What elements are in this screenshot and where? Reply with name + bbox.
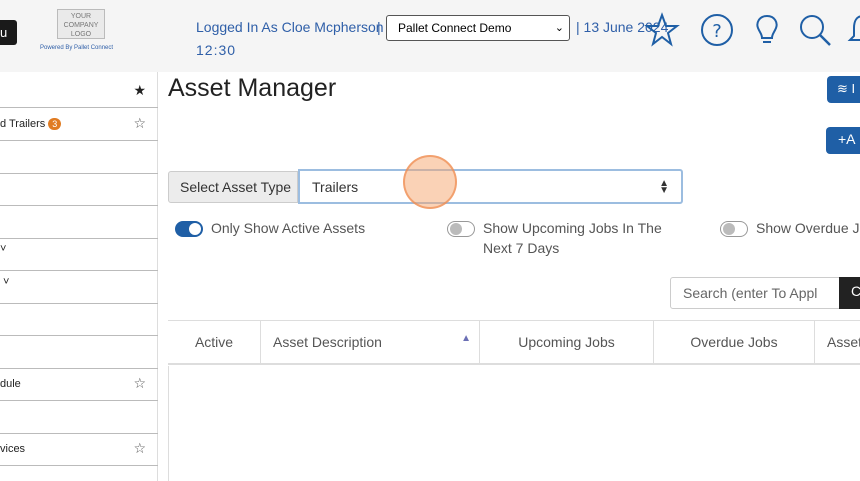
active-assets-label: Only Show Active Assets (211, 220, 366, 236)
table-header: Active Asset Description ▲ Upcoming Jobs… (168, 320, 860, 365)
column-header-overdue-jobs[interactable]: Overdue Jobs (654, 321, 815, 364)
system-select[interactable]: Pallet Connect Demo ⌄ (386, 15, 570, 41)
sidebar-item-text: d Trailers (0, 118, 46, 130)
sidebar-item-expandable[interactable]: ˅ (0, 272, 158, 304)
toggle-knob (723, 223, 735, 235)
time-text: 12:30 (196, 42, 237, 58)
menu-button[interactable]: u (0, 20, 17, 45)
chevron-down-icon: ˅ (0, 243, 7, 255)
top-header: u YOUR COMPANY LOGO Powered By Pallet Co… (0, 0, 860, 72)
powered-by-text: Powered By Pallet Connect (40, 45, 114, 51)
click-indicator (403, 155, 457, 209)
column-header-label: Asset Description (273, 334, 382, 350)
search-button[interactable]: C (839, 277, 860, 309)
asset-type-value: Trailers (312, 179, 359, 195)
add-asset-button[interactable]: +A (826, 127, 860, 154)
import-button[interactable]: ≋ I (827, 76, 860, 103)
sidebar-item-label: dule (0, 378, 21, 390)
star-outline-icon[interactable]: ☆ (133, 375, 146, 392)
star-icon[interactable] (644, 12, 680, 48)
search-icon[interactable] (797, 12, 833, 48)
help-icon[interactable]: ? (699, 12, 735, 48)
search-input[interactable]: Search (enter To Appl (670, 277, 840, 309)
sidebar-item[interactable] (0, 337, 158, 369)
sidebar-item-label: vices (0, 443, 26, 455)
chevron-down-icon: ˅ (3, 276, 10, 288)
sidebar-item[interactable] (0, 174, 158, 206)
overdue-jobs-toggle[interactable] (720, 221, 748, 237)
company-logo: YOUR COMPANY LOGO (57, 9, 105, 39)
sort-updown-icon: ▲ ▼ (659, 178, 669, 196)
table-body-border (168, 366, 169, 481)
sort-ascending-icon: ▲ (461, 333, 471, 344)
logged-in-text: Logged In As Cloe Mcpherson (196, 19, 384, 35)
overdue-jobs-label: Show Overdue Jo (756, 220, 860, 236)
column-header-upcoming-jobs[interactable]: Upcoming Jobs (480, 321, 654, 364)
column-header-asset-description[interactable]: Asset Description ▲ (261, 321, 480, 364)
sidebar-item-label: d Trailers 3 (0, 118, 62, 130)
sidebar-item-services[interactable]: vices ☆ (0, 434, 158, 466)
lightbulb-icon[interactable] (749, 12, 785, 48)
bell-icon[interactable] (845, 12, 860, 48)
header-separator: | (377, 19, 381, 35)
svg-text:?: ? (712, 21, 722, 42)
page-title: Asset Manager (168, 74, 337, 102)
sidebar-item[interactable] (0, 402, 158, 434)
count-badge: 3 (48, 118, 62, 130)
upcoming-jobs-toggle[interactable] (447, 221, 475, 237)
upcoming-jobs-label: Show Upcoming Jobs In The Next 7 Days (483, 220, 662, 256)
column-header-asset[interactable]: Asset (815, 321, 860, 364)
sidebar-item[interactable] (0, 304, 158, 336)
sidebar-item-trailers[interactable]: d Trailers 3 ☆ (0, 109, 158, 141)
toggle-knob (189, 223, 201, 235)
sidebar-item[interactable] (0, 142, 158, 174)
star-outline-icon[interactable]: ☆ (133, 440, 146, 457)
sidebar: ★ d Trailers 3 ☆ ˅ ˅ dule ☆ vices ☆ (0, 72, 158, 481)
sidebar-item-schedule[interactable]: dule ☆ (0, 369, 158, 401)
column-header-active[interactable]: Active (168, 321, 261, 364)
sidebar-item-favourites[interactable]: ★ (0, 76, 158, 108)
chevron-down-icon: ⌄ (554, 22, 564, 34)
star-outline-icon[interactable]: ☆ (133, 115, 146, 132)
active-assets-toggle[interactable] (175, 221, 203, 237)
toggle-knob (450, 223, 462, 235)
system-select-value: Pallet Connect Demo (398, 21, 512, 35)
star-filled-icon[interactable]: ★ (133, 82, 146, 99)
asset-type-label: Select Asset Type (168, 171, 298, 203)
asset-type-select[interactable]: Trailers ▲ ▼ (298, 169, 683, 204)
sidebar-item-expandable[interactable]: ˅ (0, 239, 158, 271)
sidebar-item[interactable] (0, 207, 158, 239)
